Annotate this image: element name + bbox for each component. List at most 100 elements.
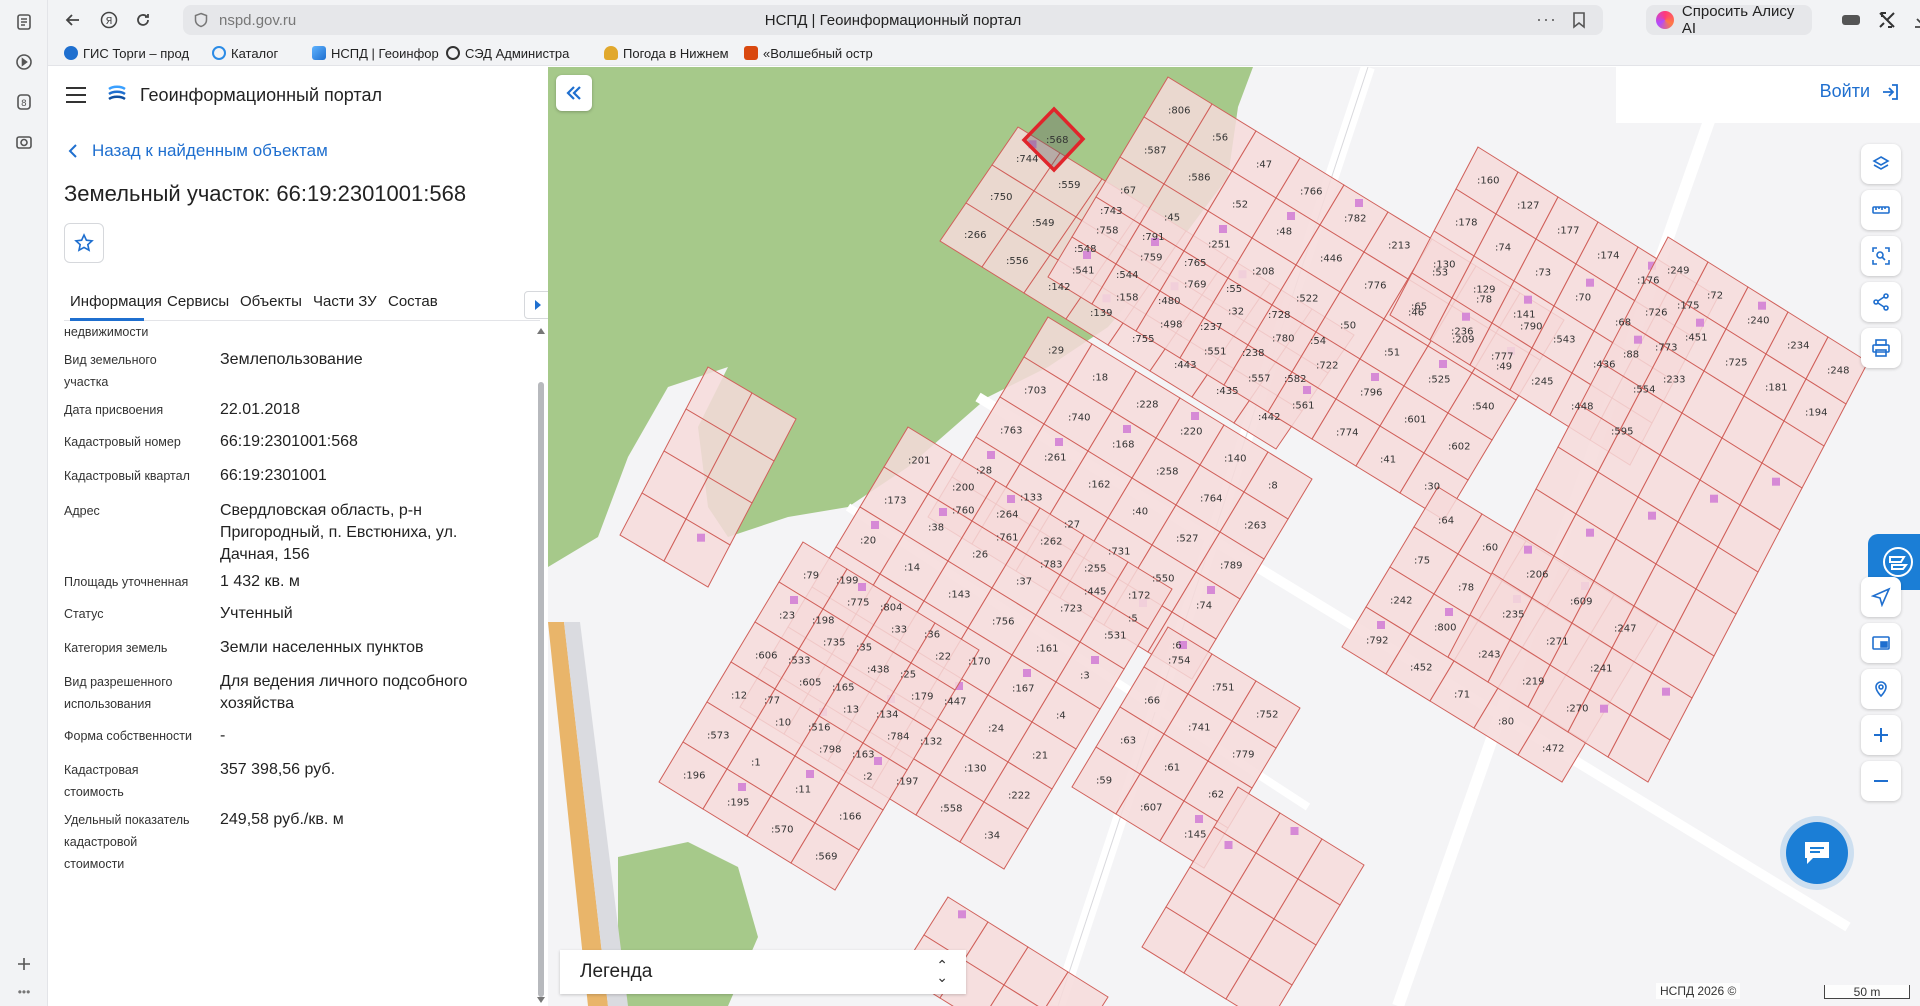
print-button[interactable] (1861, 328, 1901, 368)
layers-button[interactable] (1861, 144, 1901, 184)
parcel-number-label: :516 (808, 723, 830, 734)
back-arrow-icon[interactable] (60, 7, 86, 33)
parcel-number-label: :728 (1268, 310, 1290, 321)
building-footprint (1772, 477, 1780, 486)
parcel-number-label: :173 (884, 496, 906, 507)
app-icon[interactable]: 8 (12, 90, 36, 114)
more-dots-icon[interactable]: ··· (1536, 9, 1557, 30)
bookmark-nspd[interactable]: НСПД | Геоинфор (312, 44, 442, 62)
legend-panel[interactable]: Легенда ⌃ ⌄ (560, 950, 966, 994)
tab-composition[interactable]: Состав (388, 285, 438, 321)
back-to-results-link[interactable]: Назад к найденным объектам (68, 141, 328, 161)
bookmark-icon[interactable] (1571, 11, 1587, 29)
collapse-panel-button[interactable] (556, 75, 592, 111)
profile-icon[interactable] (1838, 7, 1864, 33)
chat-bubble-icon (1805, 842, 1829, 864)
measure-button[interactable] (1861, 190, 1901, 230)
gis-torgi-icon (64, 46, 78, 60)
parcel-number-label: :55 (1226, 284, 1242, 295)
share-button[interactable] (1861, 282, 1901, 322)
parcel-number-label: :522 (1296, 294, 1318, 305)
bookmark-gis-torgi[interactable]: ГИС Торги – прод (64, 44, 204, 62)
parcel-number-label: :166 (839, 812, 861, 823)
building-footprint (1023, 669, 1031, 677)
parcel-number-label: :258 (1156, 467, 1178, 478)
building-footprint (1303, 386, 1311, 394)
search-area-button[interactable] (1861, 236, 1901, 276)
parcel-number-label: :25 (900, 670, 916, 681)
geolocation-button[interactable] (1861, 669, 1901, 709)
download-icon[interactable] (1908, 7, 1920, 33)
parcel-number-label: :198 (812, 616, 834, 627)
parcel-number-label: :769 (1184, 280, 1206, 291)
zoom-out-button[interactable] (1861, 761, 1901, 801)
parcel-number-label: :595 (1611, 427, 1633, 438)
parcel-number-label: :132 (920, 737, 942, 748)
minimap-button[interactable] (1861, 623, 1901, 663)
tab-objects[interactable]: Объекты (240, 285, 302, 321)
map-canvas[interactable]: :744:559:743:791:765:55:728:54:750:549:5… (548, 67, 1920, 1006)
parcel-number-label: :790 (1520, 322, 1542, 333)
login-button[interactable]: Войти (1820, 81, 1900, 102)
parcel-number-label: :764 (1200, 494, 1222, 505)
parcel-number-label: :54 (1310, 336, 1326, 347)
chat-button[interactable] (1786, 822, 1848, 884)
parcel-number-label: :12 (731, 691, 747, 702)
tab-services[interactable]: Сервисы (167, 285, 229, 321)
parcel-number-label: :722 (1316, 361, 1338, 372)
assistant-icon (1883, 547, 1913, 577)
parcel-number-label: :60 (1482, 543, 1498, 554)
address-bar[interactable]: nspd.gov.ru НСПД | Геоинформационный пор… (183, 5, 1603, 35)
parcel-number-label: :228 (1136, 400, 1158, 411)
scroll-up-icon[interactable] (536, 327, 546, 335)
expand-chevron-icon[interactable]: ⌃ ⌄ (936, 958, 948, 984)
parcel-number-label: :472 (1542, 744, 1564, 755)
parcel-number-label: :750 (990, 192, 1012, 203)
parcel-number-label: :796 (1360, 388, 1382, 399)
locate-button[interactable] (1861, 577, 1901, 617)
parcel-number-label: :32 (1228, 307, 1244, 318)
more-icon[interactable]: ••• (12, 980, 36, 1004)
extension-icon[interactable] (1874, 7, 1900, 33)
bookmark-weather[interactable]: Погода в Нижнем (604, 44, 736, 62)
video-icon[interactable] (12, 50, 36, 74)
svg-text:8: 8 (21, 99, 27, 109)
favorite-button[interactable] (64, 223, 104, 263)
building-footprint (1524, 295, 1532, 304)
parcel-number-label: :50 (1340, 321, 1356, 332)
parcel-number-label: :527 (1176, 534, 1198, 545)
parcel-number-label: :1 (751, 758, 761, 769)
bookmark-magic-island[interactable]: «Волшебный остр (744, 44, 878, 62)
yandex-icon[interactable]: Я (96, 7, 122, 33)
scroll-down-icon[interactable] (536, 996, 546, 1004)
collections-icon[interactable] (12, 10, 36, 34)
parcel-number-label: :4 (1056, 711, 1066, 722)
login-area: Войти (1616, 67, 1920, 123)
panel-scroll-thumb[interactable] (538, 382, 544, 997)
parcel-number-label: :766 (1300, 187, 1322, 198)
parcel-number-label: :782 (1344, 214, 1366, 225)
parcel-number-label: :248 (1827, 366, 1849, 377)
parcel-number-label: :792 (1366, 636, 1388, 647)
parcel-number-label: :13 (843, 705, 859, 716)
parcel-number-label: :743 (1100, 206, 1122, 217)
tab-info[interactable]: Информация (70, 285, 162, 321)
screenshot-icon[interactable] (12, 130, 36, 154)
parcel-number-label: :200 (952, 483, 974, 494)
zoom-in-button[interactable] (1861, 715, 1901, 755)
parcel-number-label: :158 (1116, 293, 1138, 304)
reload-icon[interactable] (130, 7, 156, 33)
parcel-number-label: :33 (891, 625, 907, 636)
parcel-number-label: :238 (1242, 348, 1264, 359)
tab-parts[interactable]: Части ЗУ (313, 285, 377, 321)
ask-alice-button[interactable]: Спросить Алису AI (1646, 3, 1812, 37)
legend-title: Легенда (580, 961, 653, 982)
parcel-number-label: :765 (1184, 258, 1206, 269)
bookmark-sed[interactable]: СЭД Администра (446, 44, 596, 62)
bookmarks-bar: ГИС Торги – прод Каталог НСПД | Геоинфор… (48, 40, 1920, 66)
map-view[interactable]: :744:559:743:791:765:55:728:54:750:549:5… (548, 67, 1920, 1006)
parcel-number-label: :195 (727, 798, 749, 809)
menu-icon[interactable] (66, 87, 86, 103)
bookmark-catalog[interactable]: Каталог (212, 44, 302, 62)
add-icon[interactable] (12, 952, 36, 976)
